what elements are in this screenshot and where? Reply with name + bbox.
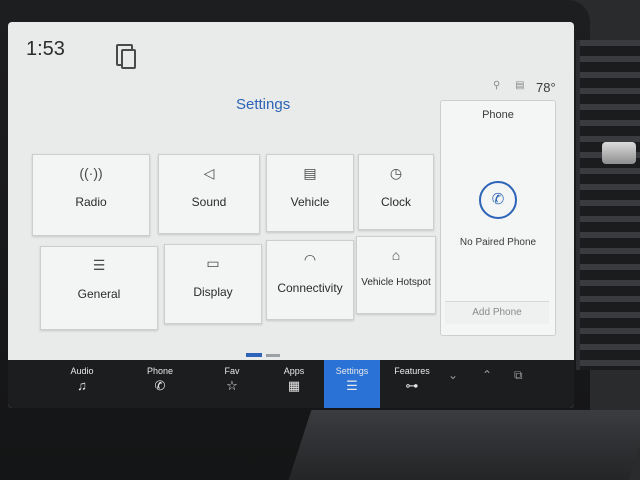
tile-label: Clock [380,195,411,209]
sliders-icon: ☰ [92,257,106,273]
hotspot-icon: ⌂ [391,247,401,263]
tile-label: Display [193,285,233,299]
tile-label: Connectivity [277,281,343,295]
phone-status-text: No Paired Phone [459,237,537,248]
tile-general[interactable]: ☰ General [40,246,158,330]
nav-fav[interactable]: Fav ☆ [204,360,260,408]
star-icon: ☆ [226,378,238,393]
tile-radio[interactable]: ((·)) Radio [32,154,150,236]
recent-apps-icon[interactable]: ⧉ [514,368,523,383]
nav-label: Fav [224,366,240,376]
signal-status-icons: ⚲ ▤ [493,80,531,91]
phone-icon[interactable]: ✆ [479,181,517,219]
apps-grid-icon: ▦ [287,378,301,393]
tile-label: Vehicle Hotspot [361,277,431,288]
status-bar: 1:53 [8,22,574,69]
nav-label: Audio [70,366,94,376]
air-vent [576,40,640,370]
add-phone-button[interactable]: Add Phone [445,301,549,324]
nav-features[interactable]: Features ⊶ [384,360,440,408]
nav-label: Settings [335,366,369,376]
infotainment-screen: 1:53 ⚲ ▤ 78° Settings ((·)) Radio ◁ Soun… [8,22,574,408]
page-dot [266,354,280,357]
nav-settings[interactable]: Settings ☰ [324,360,380,408]
phone-card[interactable]: Phone ✆ No Paired Phone Add Phone [440,100,556,336]
nav-phone[interactable]: Phone ✆ [132,360,188,408]
speaker-icon: ◁ [203,165,215,181]
vehicle-icon: ▤ [303,165,317,181]
nav-label: Features [394,366,430,376]
tile-sound[interactable]: ◁ Sound [158,154,260,234]
tile-connectivity[interactable]: ◠ Connectivity [266,240,354,320]
tile-label: Sound [191,195,227,209]
music-note-icon: ♫ [77,378,87,393]
phone-projection-icon[interactable] [116,44,136,69]
clock-icon: ◷ [389,165,403,181]
wifi-icon: ◠ [303,251,317,267]
outside-temperature: 78° [536,80,556,95]
tile-vehicle[interactable]: ▤ Vehicle [266,154,354,232]
dashboard-trim [288,410,640,480]
display-icon: ▭ [206,255,220,271]
nav-label: Phone [146,366,174,376]
page-dot-active [246,353,262,357]
tile-label: General [77,287,121,301]
bottom-nav-bar: Audio ♫ Phone ✆ Fav ☆ Apps ▦ Settings ☰ … [8,360,574,408]
nav-apps[interactable]: Apps ▦ [266,360,322,408]
chevron-down-icon[interactable]: ⌄ [448,368,458,382]
phone-icon: ✆ [154,378,166,393]
clock-time: 1:53 [26,38,65,60]
tile-clock[interactable]: ◷ Clock [358,154,434,230]
tile-label: Radio [75,195,107,209]
tile-vehicle-hotspot[interactable]: ⌂ Vehicle Hotspot [356,236,436,314]
vent-knob [602,142,636,164]
page-title: Settings [236,96,291,113]
chevron-up-icon[interactable]: ⌃ [482,368,492,382]
settings-sliders-icon: ☰ [346,378,358,393]
nav-audio[interactable]: Audio ♫ [54,360,110,408]
phone-card-title: Phone [482,109,514,121]
nav-label: Apps [283,366,305,376]
tile-display[interactable]: ▭ Display [164,244,262,324]
car-icon: ⊶ [405,378,419,393]
radio-icon: ((·)) [79,165,103,181]
tile-label: Vehicle [290,195,330,209]
